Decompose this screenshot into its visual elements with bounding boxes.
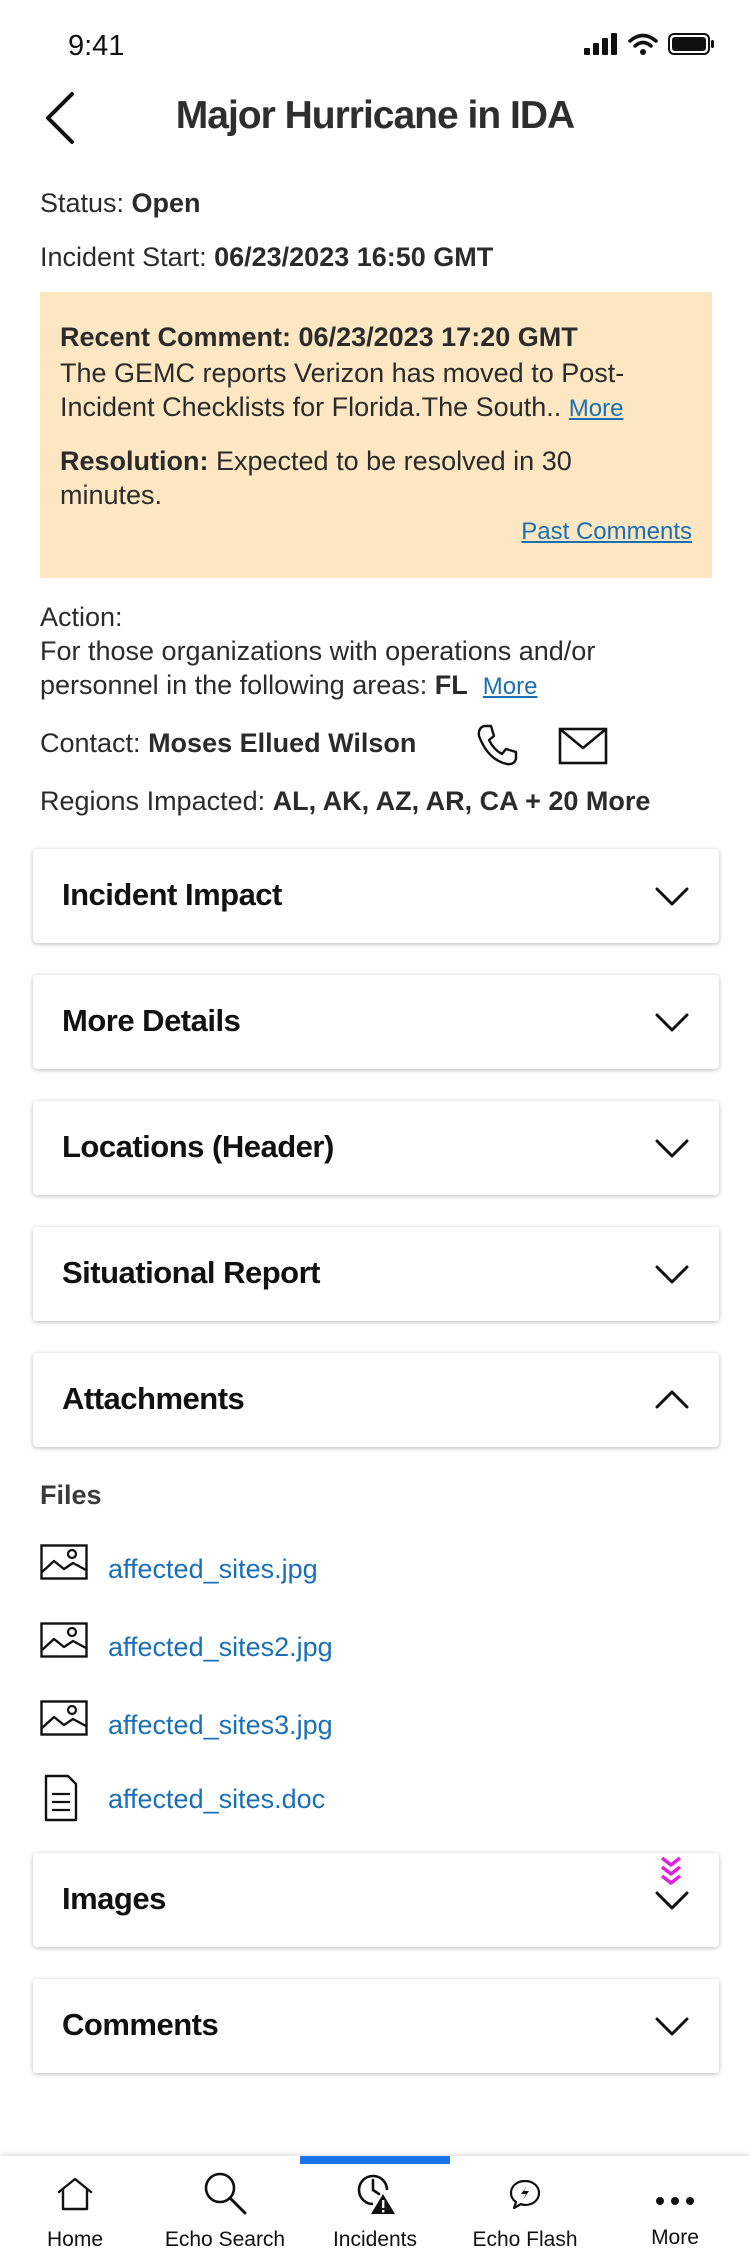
chevron-down-icon bbox=[655, 887, 689, 906]
call-button[interactable] bbox=[474, 722, 520, 768]
accordion-label: Comments bbox=[62, 2007, 219, 2042]
status-line: Status: Open bbox=[40, 188, 201, 219]
accordion-locations[interactable]: Locations (Header) bbox=[33, 1101, 719, 1195]
accordion-situational-report[interactable]: Situational Report bbox=[33, 1227, 719, 1321]
status-icons bbox=[584, 32, 716, 56]
chevron-down-icon bbox=[655, 1891, 689, 1910]
action-label: Action: bbox=[40, 602, 123, 632]
regions-label: Regions Impacted: bbox=[40, 786, 273, 816]
recent-comment-body: The GEMC reports Verizon has moved to Po… bbox=[60, 358, 625, 422]
recent-comment-heading: Recent Comment: 06/23/2023 17:20 GMT bbox=[60, 322, 578, 352]
page-title: Major Hurricane in IDA bbox=[175, 94, 575, 137]
accordion-images[interactable]: Images bbox=[33, 1853, 719, 1947]
more-dots-icon bbox=[656, 2197, 694, 2205]
resolution-label: Resolution: bbox=[60, 446, 209, 476]
incident-start-line: Incident Start: 06/23/2023 16:50 GMT bbox=[40, 242, 493, 273]
email-button[interactable] bbox=[558, 726, 608, 766]
action-areas: FL bbox=[434, 670, 468, 700]
action-text-line: For those organizations with operations … bbox=[40, 634, 700, 704]
past-comments-link[interactable]: Past Comments bbox=[521, 518, 692, 546]
recent-comment-box: Recent Comment: 06/23/2023 17:20 GMT The… bbox=[40, 292, 712, 578]
nav-label: Home bbox=[46, 2228, 104, 2251]
image-file-icon bbox=[40, 1622, 88, 1658]
battery-icon bbox=[668, 33, 714, 55]
header: Major Hurricane in IDA bbox=[0, 80, 750, 160]
chevron-down-icon bbox=[655, 1139, 689, 1158]
nav-incidents[interactable]: Incidents bbox=[300, 2156, 450, 2266]
action-block: Action: For those organizations with ope… bbox=[40, 600, 700, 704]
file-name[interactable]: affected_sites.jpg bbox=[108, 1554, 318, 1585]
mail-icon bbox=[558, 727, 608, 765]
nav-home[interactable]: Home bbox=[0, 2156, 150, 2266]
chevron-down-icon bbox=[655, 1265, 689, 1284]
nav-label: Echo Search bbox=[164, 2228, 286, 2251]
accordion-label: Images bbox=[62, 1881, 166, 1916]
nav-echo-flash[interactable]: Echo Flash bbox=[450, 2156, 600, 2266]
file-name[interactable]: affected_sites2.jpg bbox=[108, 1632, 333, 1663]
regions-line: Regions Impacted: AL, AK, AZ, AR, CA + 2… bbox=[40, 786, 650, 817]
accordion-attachments[interactable]: Attachments bbox=[33, 1353, 719, 1447]
home-icon bbox=[57, 2177, 93, 2211]
signal-icon bbox=[584, 33, 617, 55]
accordion-more-details[interactable]: More Details bbox=[33, 975, 719, 1069]
action-more-link[interactable]: More bbox=[483, 673, 538, 700]
accordion-comments[interactable]: Comments bbox=[33, 1979, 719, 2073]
files-label: Files bbox=[40, 1480, 102, 1510]
contact-row: Contact: Moses Ellued Wilson bbox=[40, 728, 416, 759]
document-file-icon bbox=[44, 1774, 78, 1822]
status-bar: 9:41 bbox=[0, 0, 750, 70]
nav-more[interactable]: More bbox=[600, 2156, 750, 2266]
file-name[interactable]: affected_sites3.jpg bbox=[108, 1710, 333, 1741]
accordion-incident-impact[interactable]: Incident Impact bbox=[33, 849, 719, 943]
search-icon bbox=[204, 2172, 247, 2215]
resolution-text: Resolution: Expected to be resolved in 3… bbox=[60, 444, 680, 512]
status-value: Open bbox=[131, 188, 201, 218]
wifi-icon bbox=[628, 33, 658, 55]
nav-label: More bbox=[651, 2226, 699, 2249]
scroll-down-indicator-icon[interactable] bbox=[659, 1856, 683, 1888]
image-file-icon bbox=[40, 1700, 88, 1736]
status-time: 9:41 bbox=[68, 30, 125, 62]
bottom-navigation: Home Echo Search Incidents Echo Flash Mo… bbox=[0, 2156, 750, 2266]
echo-flash-icon bbox=[509, 2179, 541, 2210]
nav-label: Echo Flash bbox=[472, 2228, 578, 2251]
accordion-label: Situational Report bbox=[62, 1255, 320, 1290]
file-row[interactable]: affected_sites.doc bbox=[40, 1774, 640, 1824]
incident-start-value: 06/23/2023 16:50 GMT bbox=[214, 242, 494, 272]
incident-start-label: Incident Start: bbox=[40, 242, 215, 272]
nav-echo-search[interactable]: Echo Search bbox=[150, 2156, 300, 2266]
contact-label: Contact: bbox=[40, 728, 149, 758]
file-row[interactable]: affected_sites.jpg bbox=[40, 1544, 640, 1594]
accordion-label: Attachments bbox=[62, 1381, 245, 1416]
file-row[interactable]: affected_sites3.jpg bbox=[40, 1700, 640, 1750]
file-name[interactable]: affected_sites.doc bbox=[108, 1784, 325, 1815]
chevron-down-icon bbox=[655, 2017, 689, 2036]
recent-comment-text: The GEMC reports Verizon has moved to Po… bbox=[60, 356, 680, 426]
regions-value: AL, AK, AZ, AR, CA + 20 More bbox=[272, 786, 651, 816]
incidents-icon bbox=[357, 2174, 395, 2214]
phone-icon bbox=[477, 724, 518, 766]
accordion-label: Locations (Header) bbox=[62, 1129, 334, 1164]
accordion-label: Incident Impact bbox=[62, 877, 282, 912]
nav-label: Incidents bbox=[332, 2228, 418, 2251]
contact-name: Moses Ellued Wilson bbox=[148, 728, 417, 758]
accordion-label: More Details bbox=[62, 1003, 241, 1038]
image-file-icon bbox=[40, 1544, 88, 1580]
chevron-up-icon bbox=[655, 1390, 689, 1409]
file-row[interactable]: affected_sites2.jpg bbox=[40, 1622, 640, 1672]
status-label: Status: bbox=[40, 188, 132, 218]
chevron-down-icon bbox=[655, 1013, 689, 1032]
recent-comment-more-link[interactable]: More bbox=[569, 395, 624, 422]
